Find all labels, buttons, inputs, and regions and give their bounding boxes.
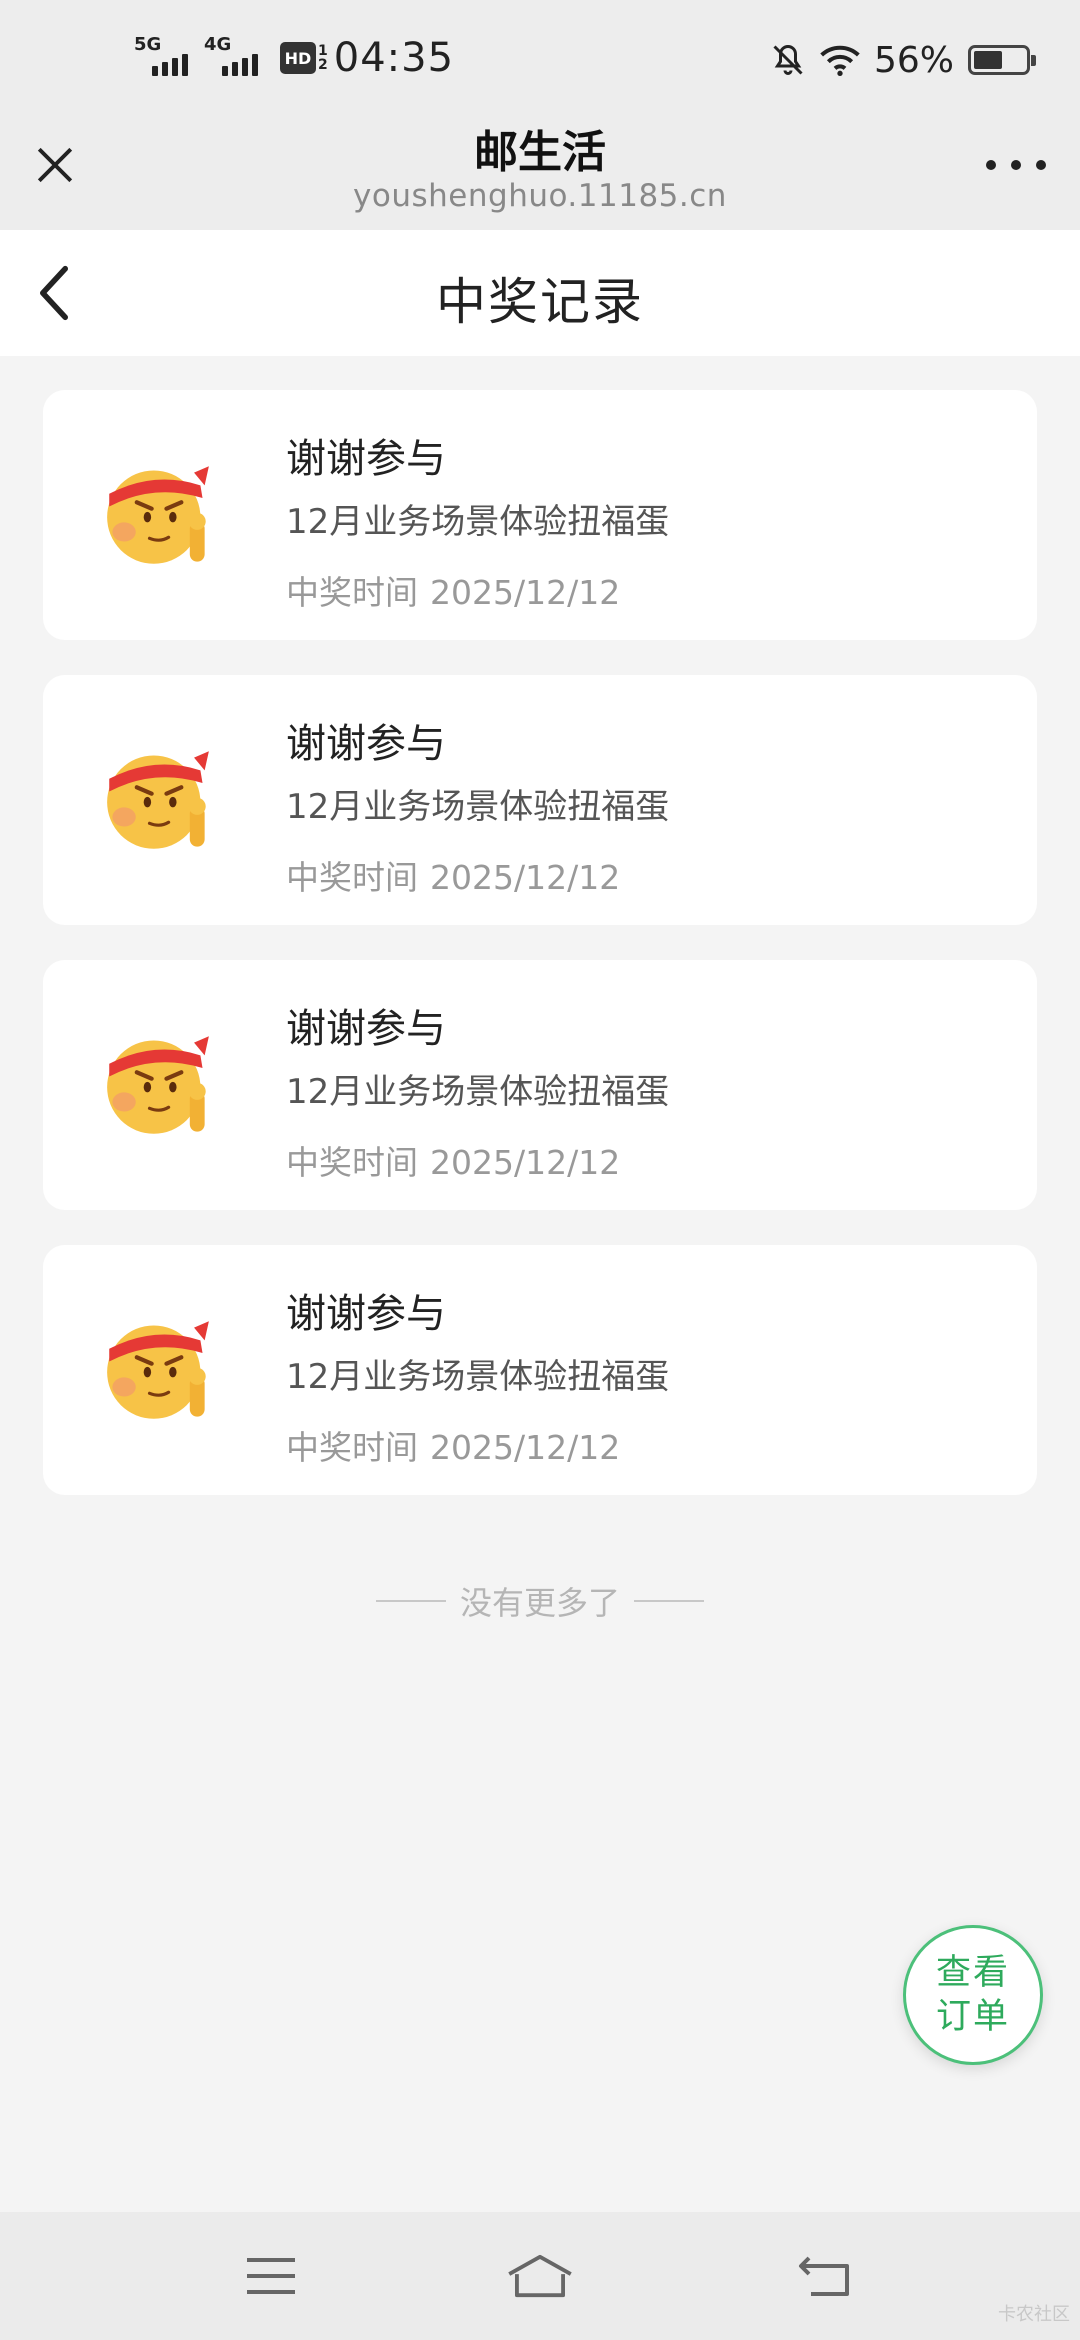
record-time-label: 中奖时间 <box>286 858 418 897</box>
record-time-label: 中奖时间 <box>286 1143 418 1182</box>
list-end-note: 没有更多了 <box>0 1578 1080 1624</box>
network-5g-label: 5G <box>134 34 162 55</box>
back-nav-button[interactable] <box>790 2248 860 2304</box>
record-activity: 12月业务场景体验扭福蛋 <box>286 1357 670 1397</box>
record-activity: 12月业务场景体验扭福蛋 <box>286 1072 670 1112</box>
home-icon <box>508 2254 572 2298</box>
menu-nav-button[interactable] <box>236 2248 306 2304</box>
salute-emoji-icon <box>107 466 209 564</box>
battery-icon <box>968 45 1036 75</box>
divider-line <box>375 1600 446 1602</box>
hd-sub-bottom: 2 <box>318 57 328 73</box>
status-right: 56% <box>770 36 1036 84</box>
status-left: 5G 4G HD 1 2 04:35 <box>134 30 454 86</box>
salute-emoji-icon <box>107 751 209 849</box>
record-time: 中奖时间 2025/12/12 <box>286 851 620 899</box>
wifi-icon <box>820 45 860 76</box>
prize-record-list: 谢谢参与 12月业务场景体验扭福蛋 中奖时间 2025/12/12 谢谢参与 12… <box>43 390 1037 1530</box>
home-nav-button[interactable] <box>505 2248 575 2304</box>
signal-4g-icon: 4G <box>204 34 266 82</box>
record-card[interactable]: 谢谢参与 12月业务场景体验扭福蛋 中奖时间 2025/12/12 <box>43 390 1037 640</box>
network-4g-label: 4G <box>204 34 232 55</box>
browser-title: 邮生活 <box>474 127 606 178</box>
battery-fill <box>974 51 1002 69</box>
hd-icon: HD <box>280 42 316 74</box>
system-nav-bar: 卡农社区 <box>0 2212 1080 2340</box>
page-header: 中奖记录 <box>0 230 1080 356</box>
record-time-value: 2025/12/12 <box>430 858 621 897</box>
record-title: 谢谢参与 <box>286 436 446 482</box>
more-dot-icon <box>1036 160 1046 170</box>
hd-sub-top: 1 <box>318 43 328 59</box>
record-card[interactable]: 谢谢参与 12月业务场景体验扭福蛋 中奖时间 2025/12/12 <box>43 960 1037 1210</box>
record-title: 谢谢参与 <box>286 1291 446 1337</box>
view-orders-line2: 订单 <box>935 1997 1010 2037</box>
record-time-label: 中奖时间 <box>286 1428 418 1467</box>
status-time: 04:35 <box>333 35 455 81</box>
browser-bar: 邮生活 youshenghuo.11185.cn <box>0 110 1080 230</box>
more-dot-icon <box>986 160 996 170</box>
mute-bell-icon <box>773 44 803 75</box>
record-title: 谢谢参与 <box>286 721 446 767</box>
watermark-text: 卡农社区 <box>998 2304 1070 2325</box>
record-time-value: 2025/12/12 <box>430 1143 621 1182</box>
browser-url: youshenghuo.11185.cn <box>353 178 727 214</box>
hd-sim-indicator: 1 2 <box>318 44 328 72</box>
signal-5g-icon: 5G <box>134 34 196 82</box>
record-time: 中奖时间 2025/12/12 <box>286 566 620 614</box>
view-orders-button[interactable]: 查看 订单 <box>903 1925 1043 2065</box>
record-time: 中奖时间 2025/12/12 <box>286 1136 620 1184</box>
more-menu-button[interactable] <box>986 150 1046 180</box>
view-orders-line1: 查看 <box>935 1953 1010 1993</box>
back-arrow-icon <box>799 2256 849 2296</box>
record-time-value: 2025/12/12 <box>430 1428 621 1467</box>
record-card[interactable]: 谢谢参与 12月业务场景体验扭福蛋 中奖时间 2025/12/12 <box>43 1245 1037 1495</box>
salute-emoji-icon <box>107 1036 209 1134</box>
record-time: 中奖时间 2025/12/12 <box>286 1421 620 1469</box>
salute-emoji-icon <box>107 1321 209 1419</box>
record-card[interactable]: 谢谢参与 12月业务场景体验扭福蛋 中奖时间 2025/12/12 <box>43 675 1037 925</box>
record-title: 谢谢参与 <box>286 1006 446 1052</box>
divider-line <box>634 1600 704 1602</box>
record-time-label: 中奖时间 <box>286 573 418 612</box>
battery-percent: 56% <box>873 39 954 81</box>
menu-icon <box>247 2258 295 2294</box>
page-title: 中奖记录 <box>436 273 644 331</box>
list-end-text: 没有更多了 <box>459 1584 620 1622</box>
record-activity: 12月业务场景体验扭福蛋 <box>286 787 670 827</box>
record-activity: 12月业务场景体验扭福蛋 <box>286 502 670 542</box>
more-dot-icon <box>1011 160 1021 170</box>
status-bar: 5G 4G HD 1 2 04:35 56% <box>0 0 1080 110</box>
record-time-value: 2025/12/12 <box>430 573 621 612</box>
